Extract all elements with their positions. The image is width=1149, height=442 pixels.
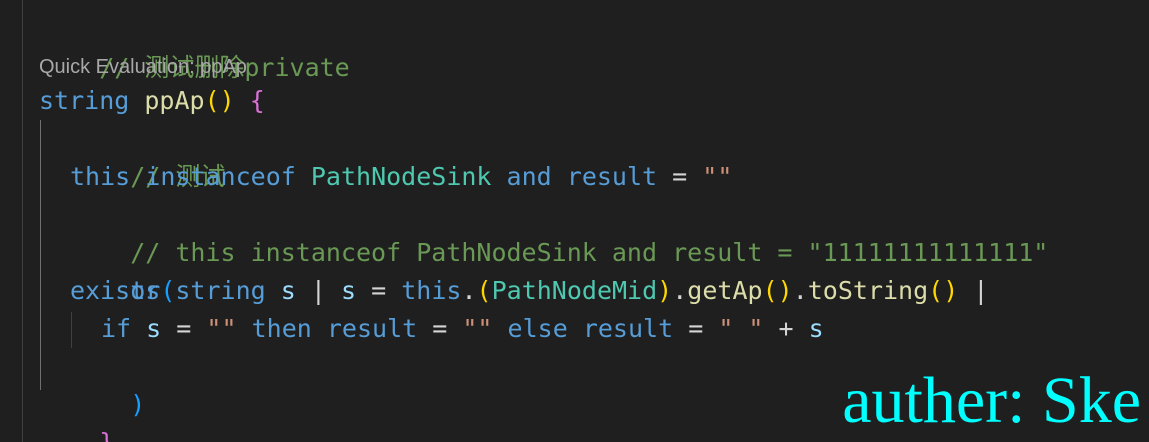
call-close-paren: ) xyxy=(777,276,793,305)
type-name: PathNodeMid xyxy=(491,276,658,305)
operator-equals: = xyxy=(432,314,448,343)
code-line-10[interactable]: } xyxy=(39,386,114,442)
keyword-result: result xyxy=(582,314,674,343)
method-getap: getAp xyxy=(687,276,763,305)
dot: . xyxy=(672,276,688,305)
open-paren: ( xyxy=(204,86,220,115)
keyword-exists: exists xyxy=(70,276,161,305)
variable-s: s xyxy=(146,314,162,343)
keyword-string: string xyxy=(39,86,130,115)
code-line-5[interactable]: // this instanceof PathNodeSink and resu… xyxy=(70,196,1048,267)
close-brace: } xyxy=(99,428,114,442)
comment-text: // this instanceof PathNodeSink and resu… xyxy=(130,238,1049,267)
separator-bar: | xyxy=(973,276,989,305)
code-line-2[interactable]: string ppAp() { xyxy=(39,82,265,120)
open-brace: { xyxy=(249,86,265,115)
cast-close-paren: ) xyxy=(657,276,673,305)
code-line-9[interactable]: ) xyxy=(70,348,145,419)
keyword-instanceof: instanceof xyxy=(145,162,296,191)
operator-equals: = xyxy=(371,276,387,305)
keyword-this: this xyxy=(70,162,131,191)
code-line-3[interactable]: // 测试 xyxy=(70,120,225,191)
variable-s: s xyxy=(808,314,824,343)
keyword-string: string xyxy=(175,276,266,305)
keyword-then: then xyxy=(251,314,312,343)
variable-s: s xyxy=(280,276,296,305)
cast-open-paren: ( xyxy=(476,276,492,305)
code-editor[interactable]: // 测试删除private Quick Evaluation: ppAp st… xyxy=(0,0,1149,442)
indent-guide-root xyxy=(22,0,23,442)
keyword-result: result xyxy=(326,314,418,343)
author-watermark: auther: Ske xyxy=(842,364,1141,437)
keyword-result: result xyxy=(566,162,658,191)
open-paren: ( xyxy=(160,276,176,305)
call-open-paren: ( xyxy=(762,276,778,305)
method-tostring: toString xyxy=(807,276,929,305)
close-paren: ) xyxy=(130,390,146,419)
string-literal: "" xyxy=(206,314,237,343)
code-line-6[interactable]: or xyxy=(70,234,160,305)
close-paren: ) xyxy=(219,86,235,115)
string-literal: "" xyxy=(462,314,493,343)
variable-s: s xyxy=(341,276,357,305)
dot: . xyxy=(792,276,808,305)
operator-plus: + xyxy=(778,314,794,343)
code-line-1[interactable]: // 测试删除private xyxy=(39,11,350,82)
operator-equals: = xyxy=(672,162,688,191)
operator-equals: = xyxy=(176,314,192,343)
predicate-name: ppAp xyxy=(144,86,205,115)
indent-guide-body xyxy=(40,120,41,390)
call-open-paren: ( xyxy=(928,276,944,305)
type-name: PathNodeSink xyxy=(310,162,492,191)
keyword-and: and xyxy=(506,162,552,191)
operator-equals: = xyxy=(688,314,704,343)
quick-evaluation-codelens[interactable]: Quick Evaluation: ppAp xyxy=(39,52,247,82)
keyword-if: if xyxy=(101,314,132,343)
code-line-8[interactable]: if s = "" then result = "" else result =… xyxy=(101,310,824,348)
dot: . xyxy=(461,276,477,305)
string-literal: "" xyxy=(702,162,733,191)
keyword-this: this xyxy=(401,276,462,305)
keyword-else: else xyxy=(507,314,568,343)
separator-bar: | xyxy=(310,276,326,305)
call-close-paren: ) xyxy=(943,276,959,305)
code-line-7[interactable]: exists(string s | s = this.(PathNodeMid)… xyxy=(70,272,988,310)
string-literal: " " xyxy=(718,314,764,343)
code-line-4[interactable]: this instanceof PathNodeSink and result … xyxy=(70,158,732,196)
